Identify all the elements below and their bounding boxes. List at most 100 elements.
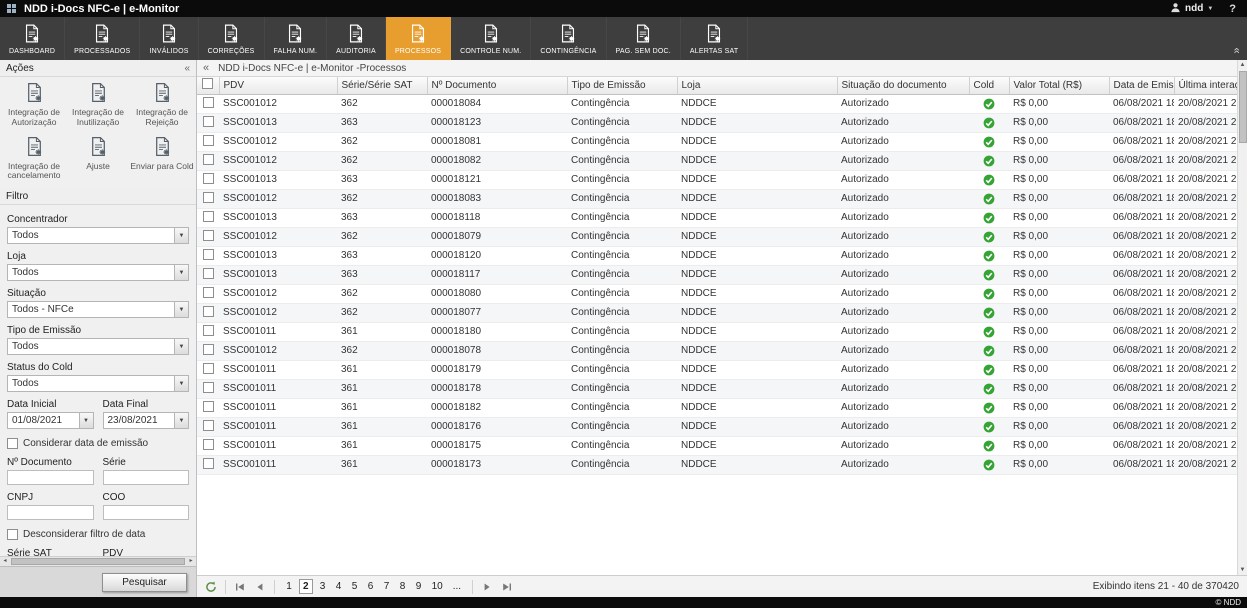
row-select-cell[interactable]: [197, 379, 219, 398]
row-checkbox[interactable]: [203, 192, 214, 203]
coo-input[interactable]: [103, 505, 190, 520]
table-row[interactable]: SSC001011361000018180ContingênciaNDDCEAu…: [197, 322, 1237, 341]
row-checkbox[interactable]: [203, 420, 214, 431]
last-page-icon[interactable]: [499, 579, 515, 595]
tab-controle-num[interactable]: CONTROLE NUM.: [451, 17, 531, 60]
row-checkbox[interactable]: [203, 154, 214, 165]
serie-input[interactable]: [103, 470, 190, 485]
scroll-down-icon[interactable]: ▼: [1240, 565, 1246, 575]
tab-correcoes[interactable]: CORREÇÕES: [199, 17, 265, 60]
row-checkbox[interactable]: [203, 306, 214, 317]
page-number-8[interactable]: 8: [397, 580, 409, 593]
select-concentrador[interactable]: Todos▼: [7, 227, 189, 244]
table-row[interactable]: SSC001013363000018117ContingênciaNDDCEAu…: [197, 265, 1237, 284]
row-checkbox[interactable]: [203, 97, 214, 108]
tab-alertas-sat[interactable]: ALERTAS SAT: [681, 17, 749, 60]
cnpj-input[interactable]: [7, 505, 94, 520]
apps-grid-icon[interactable]: [7, 4, 16, 13]
search-button[interactable]: Pesquisar: [102, 573, 187, 592]
user-menu[interactable]: ndd ▼: [1170, 2, 1213, 16]
table-row[interactable]: SSC001013363000018123ContingênciaNDDCEAu…: [197, 113, 1237, 132]
scroll-thumb[interactable]: [1239, 71, 1247, 143]
scroll-left-icon[interactable]: ◂: [0, 557, 10, 566]
page-number-3[interactable]: 3: [317, 580, 329, 593]
tab-processos[interactable]: PROCESSOS: [386, 17, 451, 60]
help-button[interactable]: ?: [1229, 3, 1240, 15]
table-row[interactable]: SSC001012362000018082ContingênciaNDDCEAu…: [197, 151, 1237, 170]
tab-pag-sem-doc[interactable]: PAG. SEM DOC.: [607, 17, 681, 60]
row-select-cell[interactable]: [197, 417, 219, 436]
column-header-valor-total-r[interactable]: Valor Total (R$): [1009, 77, 1109, 94]
page-number-2[interactable]: 2: [299, 579, 313, 594]
row-checkbox[interactable]: [203, 458, 214, 469]
tab-invalidos[interactable]: INVÁLIDOS: [140, 17, 198, 60]
select-all-cell[interactable]: [197, 77, 219, 94]
row-checkbox[interactable]: [203, 230, 214, 241]
row-select-cell[interactable]: [197, 208, 219, 227]
chevron-down-icon[interactable]: ▼: [174, 302, 188, 317]
row-select-cell[interactable]: [197, 455, 219, 474]
table-row[interactable]: SSC001012362000018077ContingênciaNDDCEAu…: [197, 303, 1237, 322]
column-header-loja[interactable]: Loja: [677, 77, 837, 94]
page-number-1[interactable]: 1: [283, 580, 295, 593]
column-header-ultima-interacao[interactable]: Última interação: [1174, 77, 1237, 94]
table-row[interactable]: SSC001011361000018182ContingênciaNDDCEAu…: [197, 398, 1237, 417]
row-select-cell[interactable]: [197, 132, 219, 151]
row-select-cell[interactable]: [197, 265, 219, 284]
page-number-5[interactable]: 5: [349, 580, 361, 593]
table-row[interactable]: SSC001011361000018179ContingênciaNDDCEAu…: [197, 360, 1237, 379]
page-number-7[interactable]: 7: [381, 580, 393, 593]
row-checkbox[interactable]: [203, 268, 214, 279]
refresh-icon[interactable]: [203, 579, 219, 595]
select-status-do-cold[interactable]: Todos▼: [7, 375, 189, 392]
scroll-thumb[interactable]: [11, 558, 185, 565]
table-row[interactable]: SSC001011361000018176ContingênciaNDDCEAu…: [197, 417, 1237, 436]
row-checkbox[interactable]: [203, 382, 214, 393]
row-select-cell[interactable]: [197, 246, 219, 265]
column-header-cold[interactable]: Cold: [969, 77, 1009, 94]
row-select-cell[interactable]: [197, 322, 219, 341]
page-number-6[interactable]: 6: [365, 580, 377, 593]
column-header-n-documento[interactable]: Nº Documento: [427, 77, 567, 94]
chevron-down-icon[interactable]: ▼: [79, 413, 93, 428]
select-all-checkbox[interactable]: [202, 78, 213, 89]
table-row[interactable]: SSC001013363000018121ContingênciaNDDCEAu…: [197, 170, 1237, 189]
page-number-4[interactable]: 4: [333, 580, 345, 593]
select-loja[interactable]: Todos▼: [7, 264, 189, 281]
tab-auditoria[interactable]: AUDITORIA: [327, 17, 386, 60]
page-number-9[interactable]: 9: [413, 580, 425, 593]
table-row[interactable]: SSC001012362000018084ContingênciaNDDCEAu…: [197, 94, 1237, 113]
chevron-down-icon[interactable]: ▼: [174, 228, 188, 243]
action-ajuste[interactable]: Ajuste: [66, 136, 130, 182]
table-row[interactable]: SSC001011361000018178ContingênciaNDDCEAu…: [197, 379, 1237, 398]
row-checkbox[interactable]: [203, 401, 214, 412]
table-row[interactable]: SSC001011361000018175ContingênciaNDDCEAu…: [197, 436, 1237, 455]
chevron-down-icon[interactable]: ▼: [174, 265, 188, 280]
action-integracao-de-cancelamento[interactable]: Integração de cancelamento: [2, 136, 66, 182]
column-header-tipo-de-emissao[interactable]: Tipo de Emissão: [567, 77, 677, 94]
row-select-cell[interactable]: [197, 436, 219, 455]
chevron-down-icon[interactable]: ▼: [174, 413, 188, 428]
row-select-cell[interactable]: [197, 360, 219, 379]
row-checkbox[interactable]: [203, 344, 214, 355]
row-checkbox[interactable]: [203, 211, 214, 222]
row-select-cell[interactable]: [197, 94, 219, 113]
column-header-serie-serie-sat[interactable]: Série/Série SAT: [337, 77, 427, 94]
action-integracao-de-autorizacao[interactable]: Integração de Autorização: [2, 82, 66, 128]
checkbox-icon[interactable]: [7, 529, 18, 540]
row-checkbox[interactable]: [203, 287, 214, 298]
tab-contingencia[interactable]: CONTINGÊNCIA: [531, 17, 606, 60]
select-tipo-de-emissao[interactable]: Todos▼: [7, 338, 189, 355]
next-page-icon[interactable]: [479, 579, 495, 595]
tab-processados[interactable]: PROCESSADOS: [65, 17, 140, 60]
row-checkbox[interactable]: [203, 325, 214, 336]
row-select-cell[interactable]: [197, 151, 219, 170]
vertical-scrollbar[interactable]: ▲ ▼: [1237, 60, 1247, 575]
first-page-icon[interactable]: [232, 579, 248, 595]
row-select-cell[interactable]: [197, 341, 219, 360]
row-checkbox[interactable]: [203, 439, 214, 450]
select-situacao[interactable]: Todos - NFCe▼: [7, 301, 189, 318]
row-checkbox[interactable]: [203, 116, 214, 127]
num-documento-input[interactable]: [7, 470, 94, 485]
column-header-situacao-do-documento[interactable]: Situação do documento: [837, 77, 969, 94]
